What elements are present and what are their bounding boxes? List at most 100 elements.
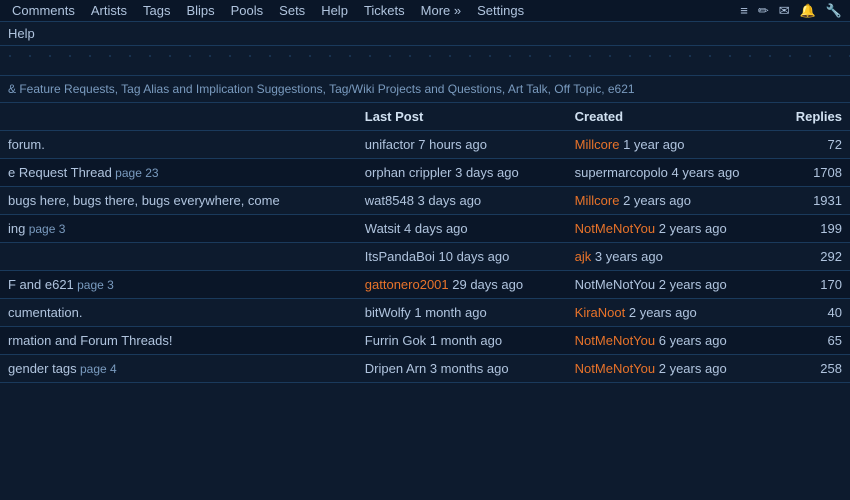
created-time: 1 year ago	[619, 137, 684, 152]
wrench-icon[interactable]: 🔧	[822, 1, 846, 21]
mail-icon[interactable]: ✉	[775, 1, 794, 21]
topic-title: gender tags	[8, 361, 77, 376]
last-post-time: 3 days ago	[452, 165, 519, 180]
replies-cell: 1708	[766, 159, 850, 187]
topic-title: F and e621	[8, 277, 74, 292]
hex-background	[0, 46, 850, 76]
last-post-user[interactable]: gattonero2001	[365, 277, 449, 292]
topic-title: e Request Thread	[8, 165, 112, 180]
last-post-cell: bitWolfy 1 month ago	[357, 299, 567, 327]
last-post-time: 10 days ago	[435, 249, 509, 264]
last-post-user[interactable]: Dripen Arn	[365, 361, 426, 376]
created-cell: NotMeNotYou 6 years ago	[567, 327, 766, 355]
created-user[interactable]: KiraNoot	[575, 305, 626, 320]
replies-cell: 65	[766, 327, 850, 355]
nav-pools[interactable]: Pools	[223, 1, 272, 20]
table-row: bugs here, bugs there, bugs everywhere, …	[0, 187, 850, 215]
col-header-created: Created	[567, 103, 766, 131]
last-post-user[interactable]: bitWolfy	[365, 305, 411, 320]
col-header-replies: Replies	[766, 103, 850, 131]
table-header-row: Last Post Created Replies	[0, 103, 850, 131]
right-icons: ≡ ✏ ✉ 🔔 🔧	[736, 1, 846, 21]
created-user[interactable]: NotMeNotYou	[575, 221, 655, 236]
created-time: 2 years ago	[625, 305, 697, 320]
table-row: forum. unifactor 7 hours ago Millcore 1 ye…	[0, 131, 850, 159]
last-post-time: 3 months ago	[426, 361, 508, 376]
last-post-time: 1 month ago	[411, 305, 487, 320]
last-post-user[interactable]: orphan crippler	[365, 165, 452, 180]
replies-cell: 40	[766, 299, 850, 327]
replies-cell: 72	[766, 131, 850, 159]
last-post-time: 4 days ago	[400, 221, 467, 236]
last-post-cell: Furrin Gok 1 month ago	[357, 327, 567, 355]
last-post-user[interactable]: Furrin Gok	[365, 333, 426, 348]
created-user[interactable]: NotMeNotYou	[575, 361, 655, 376]
created-cell: KiraNoot 2 years ago	[567, 299, 766, 327]
category-links: & Feature Requests, Tag Alias and Implic…	[0, 76, 850, 103]
nav-tickets[interactable]: Tickets	[356, 1, 413, 20]
bell-icon[interactable]: 🔔	[796, 1, 820, 21]
replies-cell: 1931	[766, 187, 850, 215]
topic-page[interactable]: page 4	[77, 362, 117, 376]
last-post-cell: wat8548 3 days ago	[357, 187, 567, 215]
nav-tags[interactable]: Tags	[135, 1, 178, 20]
col-header-lastpost: Last Post	[357, 103, 567, 131]
last-post-user[interactable]: wat8548	[365, 193, 414, 208]
created-cell: NotMeNotYou 2 years ago	[567, 271, 766, 299]
last-post-user[interactable]: unifactor	[365, 137, 415, 152]
table-row: e Request Thread page 23orphan crippler …	[0, 159, 850, 187]
nav-settings[interactable]: Settings	[469, 1, 532, 20]
last-post-user[interactable]: Watsit	[365, 221, 401, 236]
replies-cell: 170	[766, 271, 850, 299]
created-time: 3 years ago	[591, 249, 663, 264]
table-row: gender tags page 4 Dripen Arn 3 months ag…	[0, 355, 850, 383]
created-cell: supermarcopolo 4 years ago	[567, 159, 766, 187]
last-post-time: 3 days ago	[414, 193, 481, 208]
topic-title: ing	[8, 221, 25, 236]
created-user[interactable]: NotMeNotYou	[575, 333, 655, 348]
created-time: 6 years ago	[655, 333, 727, 348]
list-icon[interactable]: ≡	[736, 1, 752, 20]
topic-title: cumentation.	[8, 305, 82, 320]
table-row: F and e621 page 3 gattonero2001 29 days a…	[0, 271, 850, 299]
topic-title: bugs here, bugs there, bugs everywhere, …	[8, 193, 280, 208]
col-header-topic	[0, 103, 357, 131]
last-post-cell: Watsit 4 days ago	[357, 215, 567, 243]
nav-help[interactable]: Help	[313, 1, 356, 20]
top-nav: Comments Artists Tags Blips Pools Sets H…	[0, 0, 850, 22]
created-cell: NotMeNotYou 2 years ago	[567, 355, 766, 383]
table-row: ing page 3Watsit 4 days agoNotMeNotYou 2…	[0, 215, 850, 243]
topic-page[interactable]: page 3	[74, 278, 114, 292]
help-link[interactable]: Help	[8, 26, 35, 41]
forum-table: Last Post Created Replies forum. unifacto…	[0, 103, 850, 383]
nav-more[interactable]: More »	[413, 1, 469, 20]
created-user[interactable]: ajk	[575, 249, 592, 264]
created-user[interactable]: Millcore	[575, 193, 620, 208]
last-post-time: 29 days ago	[449, 277, 523, 292]
created-user[interactable]: Millcore	[575, 137, 620, 152]
replies-cell: 258	[766, 355, 850, 383]
last-post-time: 7 hours ago	[415, 137, 487, 152]
created-time: 4 years ago	[668, 165, 740, 180]
created-time: 2 years ago	[655, 277, 727, 292]
topic-page[interactable]: page 3	[25, 222, 65, 236]
last-post-time: 1 month ago	[426, 333, 502, 348]
last-post-user[interactable]: ItsPandaBoi	[365, 249, 435, 264]
nav-comments[interactable]: Comments	[4, 1, 83, 20]
created-user[interactable]: NotMeNotYou	[575, 277, 655, 292]
topic-title: forum.	[8, 137, 45, 152]
help-bar: Help	[0, 22, 850, 46]
last-post-cell: ItsPandaBoi 10 days ago	[357, 243, 567, 271]
table-row: rmation and Forum Threads! Furrin Gok 1 m…	[0, 327, 850, 355]
last-post-cell: unifactor 7 hours ago	[357, 131, 567, 159]
nav-sets[interactable]: Sets	[271, 1, 313, 20]
created-user[interactable]: supermarcopolo	[575, 165, 668, 180]
topic-title: rmation and Forum Threads!	[8, 333, 173, 348]
topic-page[interactable]: page 23	[112, 166, 159, 180]
nav-artists[interactable]: Artists	[83, 1, 135, 20]
replies-cell: 292	[766, 243, 850, 271]
replies-cell: 199	[766, 215, 850, 243]
last-post-cell: gattonero2001 29 days ago	[357, 271, 567, 299]
edit-icon[interactable]: ✏	[754, 1, 773, 21]
nav-blips[interactable]: Blips	[178, 1, 222, 20]
